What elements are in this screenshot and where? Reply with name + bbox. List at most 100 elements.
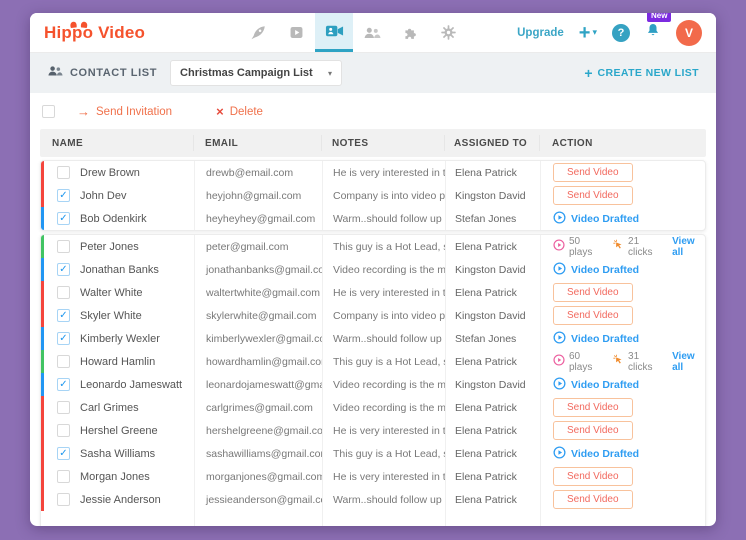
clicks-count: 21 clicks (612, 236, 661, 258)
contact-email: drewb@email.com (195, 161, 323, 184)
row-checkbox[interactable] (57, 166, 70, 179)
contact-name: Sasha Williams (80, 448, 155, 460)
contact-assigned-to: Elena Patrick (446, 442, 541, 465)
tab-settings[interactable] (429, 13, 467, 52)
table-row: Peter Jones peter@gmail.com This guy is … (41, 235, 705, 258)
select-all-checkbox[interactable] (42, 105, 55, 118)
contact-notes: He is very interested in the prod... (323, 465, 446, 488)
send-video-button[interactable]: Send Video (553, 283, 633, 302)
row-checkbox[interactable] (57, 309, 70, 322)
row-checkbox[interactable] (57, 189, 70, 202)
contact-notes: Company is into video produ.... (323, 304, 446, 327)
tab-video-camera[interactable] (315, 13, 353, 52)
send-video-button[interactable]: Send Video (553, 467, 633, 486)
help-button[interactable]: ? (612, 24, 630, 42)
play-circle-icon (553, 239, 569, 254)
user-avatar[interactable]: V (676, 20, 702, 46)
row-checkbox[interactable] (57, 447, 70, 460)
contact-assigned-to: Elena Patrick (446, 465, 541, 488)
contact-email: morganjones@gmail.com (195, 465, 323, 488)
row-checkbox[interactable] (57, 332, 70, 345)
row-status-bar (41, 304, 44, 327)
view-all-link[interactable]: View all (672, 351, 705, 373)
row-checkbox[interactable] (57, 493, 70, 506)
video-drafted-link[interactable]: Video Drafted (553, 377, 639, 393)
contact-name: Jonathan Banks (80, 264, 159, 276)
tab-rocket[interactable] (239, 13, 277, 52)
contact-name: Morgan Jones (80, 471, 150, 483)
plus-icon: + (579, 23, 591, 43)
table-header: NAME EMAIL NOTES ASSIGNED TO ACTION (40, 129, 706, 157)
table-row: John Dev heyjohn@gmail.com Company is in… (41, 184, 705, 207)
new-badge: New (647, 13, 671, 22)
video-drafted-link[interactable]: Video Drafted (553, 262, 639, 278)
video-stats: 50 plays 21 clicks View all (553, 236, 705, 258)
click-cursor-icon (612, 239, 628, 254)
list-select-dropdown[interactable]: Christmas Campaign List ▾ (170, 60, 342, 86)
contact-notes: He is very interested in the prod... (323, 161, 446, 184)
contact-assigned-to: Kingston David (446, 258, 541, 281)
tab-video-library[interactable] (277, 13, 315, 52)
send-video-button[interactable]: Send Video (553, 490, 633, 509)
row-checkbox[interactable] (57, 263, 70, 276)
view-all-link[interactable]: View all (672, 236, 705, 258)
arrow-right-icon: → (77, 105, 90, 118)
row-status-bar (41, 281, 44, 304)
row-checkbox[interactable] (57, 378, 70, 391)
table-row: Morgan Jones morganjones@gmail.com He is… (41, 465, 705, 488)
contact-email: sashawilliams@gmail.com (195, 442, 323, 465)
upgrade-link[interactable]: Upgrade (517, 27, 564, 39)
send-video-button[interactable]: Send Video (553, 186, 633, 205)
row-status-bar (41, 235, 44, 258)
logo-text: Hippo Video (44, 23, 145, 43)
row-status-bar (41, 488, 44, 511)
send-video-button[interactable]: Send Video (553, 421, 633, 440)
contact-notes: Company is into video produ.... (323, 184, 446, 207)
row-action-cell: 50 plays 21 clicks View all (541, 235, 705, 258)
play-circle-icon (553, 262, 571, 278)
video-drafted-link[interactable]: Video Drafted (553, 211, 639, 227)
contact-email: howardhamlin@gmail.com (195, 350, 323, 373)
column-header-action: ACTION (540, 135, 706, 151)
video-drafted-link[interactable]: Video Drafted (553, 331, 639, 347)
row-action-cell: Video Drafted (541, 442, 705, 465)
contact-notes: Video recording is the mai..... (323, 396, 446, 419)
row-checkbox[interactable] (57, 240, 70, 253)
create-new-list-button[interactable]: + CREATE NEW LIST (584, 65, 699, 81)
notifications-button[interactable]: New (645, 22, 661, 44)
send-video-button[interactable]: Send Video (553, 163, 633, 182)
contact-email: kimberlywexler@gmail.com (195, 327, 323, 350)
contact-name: Hershel Greene (80, 425, 158, 437)
play-circle-icon (553, 446, 571, 462)
row-checkbox[interactable] (57, 470, 70, 483)
send-video-button[interactable]: Send Video (553, 398, 633, 417)
send-invitation-button[interactable]: → Send Invitation (77, 105, 172, 118)
row-checkbox[interactable] (57, 286, 70, 299)
main-nav-tabs (239, 13, 467, 52)
row-checkbox[interactable] (57, 401, 70, 414)
contact-notes: This guy is a Hot Lead, so..... (323, 442, 446, 465)
tab-integrations[interactable] (391, 13, 429, 52)
hippo-video-logo[interactable]: Hippo Video (44, 13, 239, 52)
play-circle-icon (553, 331, 571, 347)
contact-list-content: → Send Invitation × Delete NAME EMAIL NO… (30, 93, 716, 526)
rocket-icon (249, 24, 267, 42)
send-video-button[interactable]: Send Video (553, 306, 633, 325)
tab-contacts[interactable] (353, 13, 391, 52)
row-checkbox[interactable] (57, 355, 70, 368)
contact-email: jonathanbanks@gmail.com (195, 258, 323, 281)
delete-button[interactable]: × Delete (216, 105, 263, 118)
row-checkbox[interactable] (57, 212, 70, 225)
table-row: Hershel Greene hershelgreene@gmail.com H… (41, 419, 705, 442)
contact-table-body: Drew Brown drewb@email.com He is very in… (40, 160, 706, 526)
contact-notes: Video recording is the mai... (323, 373, 446, 396)
hippo-video-app-window: Hippo Video (30, 13, 716, 526)
row-checkbox[interactable] (57, 424, 70, 437)
video-drafted-link[interactable]: Video Drafted (553, 446, 639, 462)
contact-email: leonardojameswatt@gmail.com (195, 373, 323, 396)
table-row: Carl Grimes carlgrimes@gmail.com Video r… (41, 396, 705, 419)
row-status-bar (41, 419, 44, 442)
contact-assigned-to: Elena Patrick (446, 350, 541, 373)
row-action-cell: Video Drafted (541, 207, 705, 230)
quick-create-button[interactable]: + ▾ (579, 23, 597, 43)
